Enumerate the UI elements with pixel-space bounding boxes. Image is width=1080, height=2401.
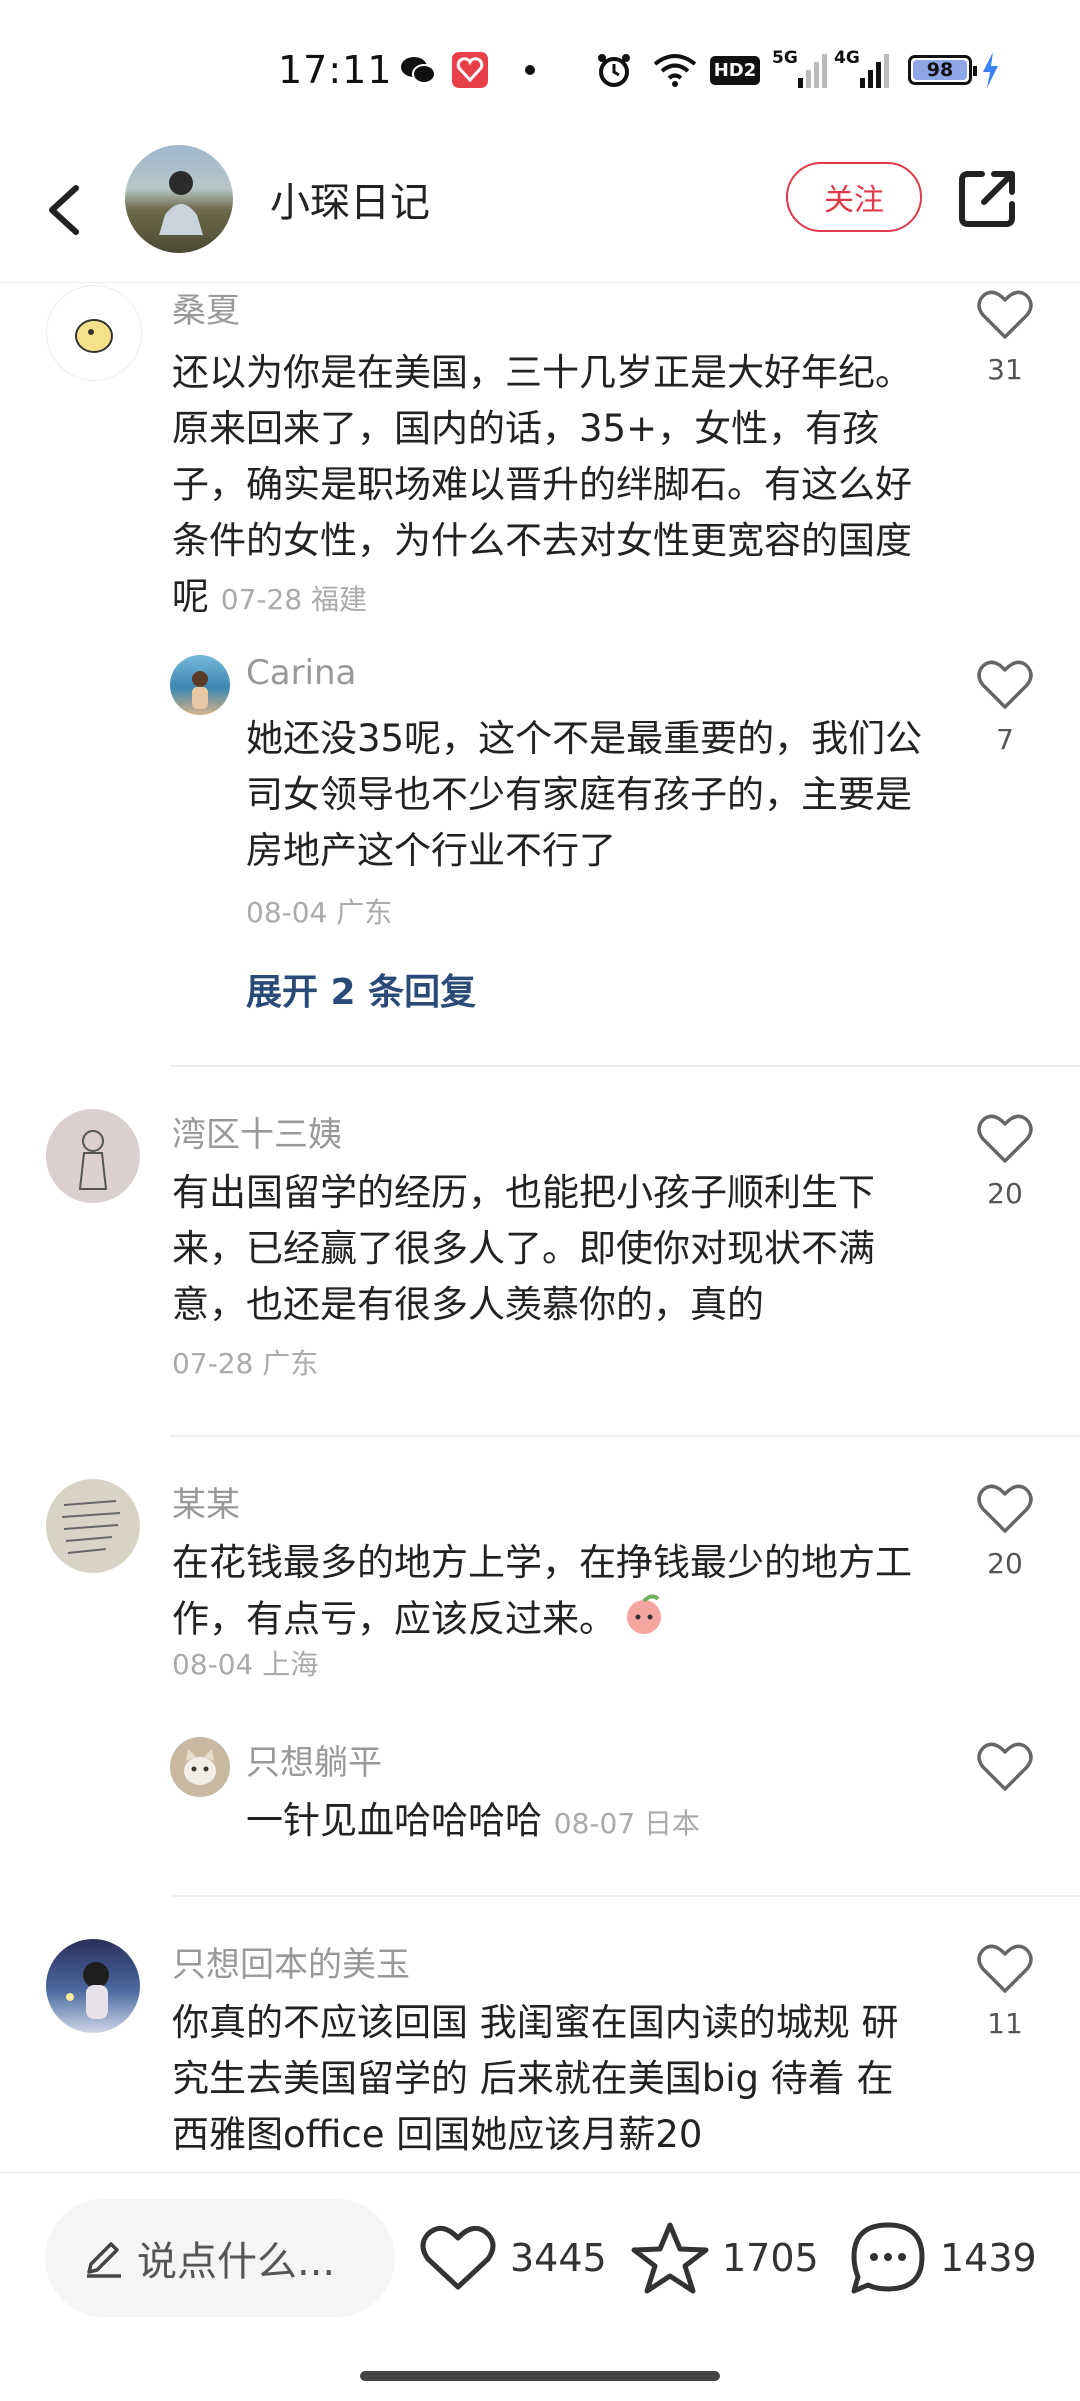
wechat-icon bbox=[398, 48, 438, 92]
heart-icon bbox=[420, 2225, 496, 2290]
comment-item: 只想回本的美玉 你真的不应该回国 我闺蜜在国内读的城规 研究生去美国留学的 后来… bbox=[0, 1939, 1080, 2173]
divider bbox=[170, 1065, 1080, 1067]
comment-text: 在花钱最多的地方上学，在挣钱最少的地方工作，有点亏，应该反过来。 bbox=[172, 1535, 912, 1651]
share-button[interactable] bbox=[956, 166, 1020, 230]
pencil-icon bbox=[87, 2242, 121, 2278]
heart-icon bbox=[977, 1742, 1033, 1791]
comment-author[interactable]: 湾区十三姨 bbox=[172, 1107, 342, 1156]
wifi-icon bbox=[650, 48, 700, 92]
app-notification-icon bbox=[450, 48, 490, 92]
comment-author[interactable]: 只想躺平 bbox=[246, 1735, 382, 1784]
signal-4g-icon: 4G bbox=[834, 48, 890, 92]
peach-emoji-icon bbox=[622, 1591, 666, 1651]
avatar[interactable] bbox=[46, 285, 142, 381]
comment-author[interactable]: 某某 bbox=[172, 1477, 240, 1526]
reply-item: Carina 她还没35呢，这个不是最重要的，我们公司女领导也不少有家庭有孩子的… bbox=[0, 653, 1080, 985]
comment-author[interactable]: 桑夏 bbox=[172, 283, 240, 332]
comment-item: 湾区十三姨 有出国留学的经历，也能把小孩子顺利生下来，已经赢了很多人了。即使你对… bbox=[0, 1109, 1080, 1409]
avatar[interactable] bbox=[46, 1939, 140, 2033]
like-button[interactable] bbox=[975, 1939, 1035, 1999]
like-button[interactable] bbox=[975, 655, 1035, 715]
comment-meta: 08-04 广东 bbox=[246, 896, 393, 929]
comment-text: 她还没35呢，这个不是最重要的，我们公司女领导也不少有家庭有孩子的，主要是房地产… bbox=[246, 717, 923, 872]
status-time: 17:11 bbox=[278, 48, 393, 92]
heart-icon bbox=[977, 1484, 1033, 1533]
heart-icon bbox=[977, 290, 1033, 339]
comment-text: 一针见血哈哈哈哈 08-07 日本 bbox=[246, 1799, 701, 1842]
comment-author[interactable]: Carina bbox=[246, 653, 356, 693]
avatar[interactable] bbox=[46, 1109, 140, 1203]
divider bbox=[170, 1895, 1080, 1897]
author-avatar[interactable] bbox=[125, 145, 233, 253]
back-button[interactable] bbox=[40, 170, 90, 250]
comment-text: 还以为你是在美国，三十几岁正是大好年纪。原来回来了，国内的话，35+，女性，有孩… bbox=[172, 351, 912, 618]
comment-input[interactable]: 说点什么... bbox=[45, 2199, 395, 2317]
avatar[interactable] bbox=[170, 655, 230, 715]
avatar[interactable] bbox=[46, 1479, 140, 1573]
like-post-button[interactable]: 3445 bbox=[418, 2213, 607, 2303]
back-icon bbox=[49, 185, 79, 235]
share-icon bbox=[959, 171, 1015, 227]
expand-replies-button[interactable]: 展开 2 条回复 bbox=[246, 963, 476, 1015]
comment-meta: 07-28 广东 bbox=[172, 1347, 319, 1380]
comment-text: 有出国留学的经历，也能把小孩子顺利生下来，已经赢了很多人了。即使你对现状不满意，… bbox=[172, 1171, 875, 1380]
comment-text: 你真的不应该回国 我闺蜜在国内读的城规 研究生去美国留学的 后来就在美国big … bbox=[172, 2001, 899, 2156]
like-count: 3445 bbox=[510, 2236, 607, 2280]
reply-item: 只想躺平 一针见血哈哈哈哈 08-07 日本 bbox=[0, 1737, 1080, 1857]
star-icon bbox=[631, 2222, 709, 2294]
favorite-count: 1705 bbox=[722, 2236, 819, 2280]
battery-icon: 98 bbox=[902, 48, 978, 92]
author-name[interactable]: 小琛日记 bbox=[270, 170, 430, 228]
comment-meta: 07-28 福建 bbox=[220, 583, 368, 616]
divider bbox=[170, 1435, 1080, 1437]
comment-count: 1439 bbox=[940, 2236, 1037, 2280]
like-button[interactable] bbox=[975, 1109, 1035, 1169]
comment-item: 某某 在花钱最多的地方上学，在挣钱最少的地方工作，有点亏，应该反过来。 08-0… bbox=[0, 1479, 1080, 1699]
like-button[interactable] bbox=[975, 1479, 1035, 1539]
comment-input-placeholder: 说点什么... bbox=[137, 2239, 336, 2285]
heart-icon bbox=[977, 660, 1033, 709]
like-count: 20 bbox=[987, 1177, 1023, 1210]
comment-icon bbox=[851, 2222, 925, 2294]
like-button[interactable] bbox=[975, 285, 1035, 345]
like-count: 31 bbox=[987, 353, 1023, 386]
heart-icon bbox=[977, 1114, 1033, 1163]
comment-author[interactable]: 只想回本的美玉 bbox=[172, 1937, 410, 1986]
comment-item: 桑夏 还以为你是在美国，三十几岁正是大好年纪。原来回来了，国内的话，35+，女性… bbox=[0, 283, 1080, 618]
like-count: 11 bbox=[987, 2007, 1023, 2040]
like-button[interactable] bbox=[975, 1737, 1035, 1797]
heart-icon bbox=[977, 1944, 1033, 1993]
bottom-action-bar: 说点什么... 3445 1705 1439 bbox=[0, 2172, 1080, 2401]
avatar[interactable] bbox=[170, 1737, 230, 1797]
hd-icon: HD2 bbox=[709, 48, 761, 92]
charging-icon bbox=[978, 48, 1002, 92]
comment-button[interactable]: 1439 bbox=[848, 2213, 1037, 2303]
like-count: 7 bbox=[996, 723, 1014, 756]
comment-meta: 08-07 日本 bbox=[553, 1807, 701, 1840]
dot-icon bbox=[520, 48, 540, 92]
favorite-button[interactable]: 1705 bbox=[630, 2213, 819, 2303]
comment-list[interactable]: 桑夏 还以为你是在美国，三十几岁正是大好年纪。原来回来了，国内的话，35+，女性… bbox=[0, 283, 1080, 2173]
alarm-icon bbox=[594, 48, 634, 92]
signal-5g-icon: 5G bbox=[772, 48, 828, 92]
home-indicator[interactable] bbox=[360, 2371, 720, 2381]
top-bar: 小琛日记 关注 bbox=[0, 140, 1080, 283]
follow-button[interactable]: 关注 bbox=[786, 162, 922, 232]
like-count: 20 bbox=[987, 1547, 1023, 1580]
comment-meta: 08-04 上海 bbox=[172, 1648, 319, 1681]
status-bar: 17:11 HD2 5G 4G 98 bbox=[0, 0, 1080, 140]
